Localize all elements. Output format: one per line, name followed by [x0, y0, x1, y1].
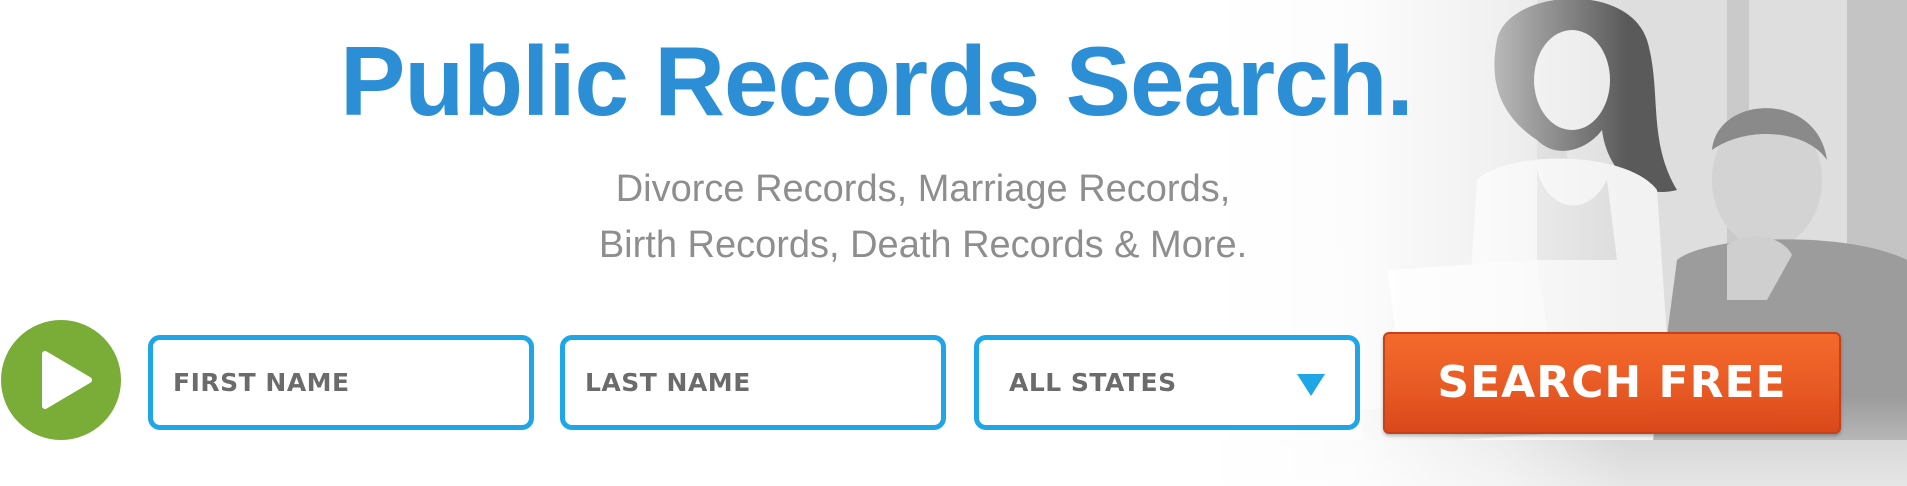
- chevron-down-icon: [1297, 374, 1325, 396]
- first-name-input[interactable]: [173, 340, 509, 425]
- play-icon: [42, 351, 92, 409]
- subtitle-line-1: Divorce Records, Marriage Records,: [615, 168, 1231, 210]
- last-name-field: [560, 335, 946, 430]
- play-video-button[interactable]: [1, 320, 121, 440]
- state-select-value: ALL STATES: [1009, 368, 1177, 397]
- subtitle-line-2: Birth Records, Death Records & More.: [598, 224, 1248, 266]
- last-name-input[interactable]: [585, 340, 921, 425]
- search-free-button[interactable]: SEARCH FREE: [1383, 332, 1841, 434]
- state-select[interactable]: ALL STATES: [974, 335, 1360, 430]
- first-name-field: [148, 335, 534, 430]
- page-title: Public Records Search.: [340, 26, 1414, 136]
